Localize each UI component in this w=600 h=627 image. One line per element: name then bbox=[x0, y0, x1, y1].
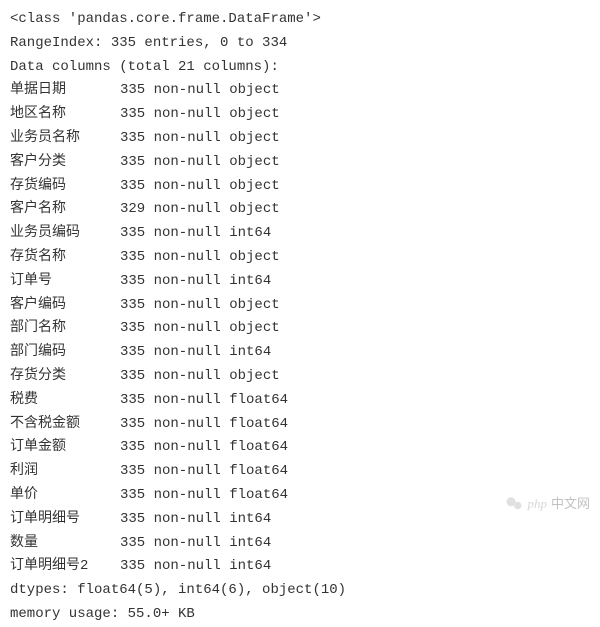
column-name: 客户名称 bbox=[10, 198, 120, 222]
column-info: 335 non-null object bbox=[120, 175, 280, 199]
column-info: 335 non-null float64 bbox=[120, 413, 288, 437]
column-row: 客户分类335 non-null object bbox=[10, 151, 590, 175]
column-name: 存货名称 bbox=[10, 246, 120, 270]
column-info: 335 non-null object bbox=[120, 151, 280, 175]
column-name: 单据日期 bbox=[10, 79, 120, 103]
column-name: 订单金额 bbox=[10, 436, 120, 460]
column-name: 地区名称 bbox=[10, 103, 120, 127]
class-line: <class 'pandas.core.frame.DataFrame'> bbox=[10, 8, 590, 32]
column-info: 335 non-null int64 bbox=[120, 555, 271, 579]
columns-intro-line: Data columns (total 21 columns): bbox=[10, 56, 590, 80]
column-info: 335 non-null object bbox=[120, 79, 280, 103]
column-row: 订单金额335 non-null float64 bbox=[10, 436, 590, 460]
column-info: 335 non-null int64 bbox=[120, 270, 271, 294]
column-info: 335 non-null int64 bbox=[120, 222, 271, 246]
column-row: 订单号335 non-null int64 bbox=[10, 270, 590, 294]
memory-line: memory usage: 55.0+ KB bbox=[10, 603, 590, 627]
column-row: 业务员编码335 non-null int64 bbox=[10, 222, 590, 246]
wechat-icon bbox=[505, 495, 523, 513]
column-info: 335 non-null object bbox=[120, 365, 280, 389]
column-name: 部门名称 bbox=[10, 317, 120, 341]
dataframe-info-output: <class 'pandas.core.frame.DataFrame'> Ra… bbox=[10, 8, 590, 627]
column-row: 部门编码335 non-null int64 bbox=[10, 341, 590, 365]
column-row: 单据日期335 non-null object bbox=[10, 79, 590, 103]
watermark-text: 中文网 bbox=[551, 493, 590, 515]
column-info: 335 non-null float64 bbox=[120, 389, 288, 413]
column-info: 335 non-null float64 bbox=[120, 436, 288, 460]
column-info: 335 non-null float64 bbox=[120, 460, 288, 484]
column-row: 订单明细号2335 non-null int64 bbox=[10, 555, 590, 579]
column-name: 订单号 bbox=[10, 270, 120, 294]
column-row: 客户名称329 non-null object bbox=[10, 198, 590, 222]
range-index-line: RangeIndex: 335 entries, 0 to 334 bbox=[10, 32, 590, 56]
column-info: 335 non-null int64 bbox=[120, 341, 271, 365]
columns-list: 单据日期335 non-null object地区名称335 non-null … bbox=[10, 79, 590, 579]
column-info: 335 non-null int64 bbox=[120, 532, 271, 556]
column-name: 利润 bbox=[10, 460, 120, 484]
column-info: 335 non-null object bbox=[120, 294, 280, 318]
column-name: 税费 bbox=[10, 389, 120, 413]
watermark-logo: php bbox=[527, 493, 547, 515]
column-name: 存货分类 bbox=[10, 365, 120, 389]
column-row: 订单明细号335 non-null int64 bbox=[10, 508, 590, 532]
column-row: 存货分类335 non-null object bbox=[10, 365, 590, 389]
column-row: 存货名称335 non-null object bbox=[10, 246, 590, 270]
column-row: 利润335 non-null float64 bbox=[10, 460, 590, 484]
column-name: 订单明细号2 bbox=[10, 555, 120, 579]
column-name: 不含税金额 bbox=[10, 413, 120, 437]
column-name: 业务员编码 bbox=[10, 222, 120, 246]
column-row: 地区名称335 non-null object bbox=[10, 103, 590, 127]
column-name: 存货编码 bbox=[10, 175, 120, 199]
column-name: 客户分类 bbox=[10, 151, 120, 175]
column-name: 业务员名称 bbox=[10, 127, 120, 151]
column-name: 数量 bbox=[10, 532, 120, 556]
column-info: 335 non-null object bbox=[120, 127, 280, 151]
column-name: 订单明细号 bbox=[10, 508, 120, 532]
column-row: 税费335 non-null float64 bbox=[10, 389, 590, 413]
column-name: 部门编码 bbox=[10, 341, 120, 365]
column-info: 335 non-null object bbox=[120, 103, 280, 127]
column-row: 部门名称335 non-null object bbox=[10, 317, 590, 341]
column-row: 数量335 non-null int64 bbox=[10, 532, 590, 556]
column-info: 335 non-null object bbox=[120, 317, 280, 341]
column-row: 业务员名称335 non-null object bbox=[10, 127, 590, 151]
column-row: 单价335 non-null float64 bbox=[10, 484, 590, 508]
watermark: php 中文网 bbox=[505, 493, 590, 515]
column-info: 329 non-null object bbox=[120, 198, 280, 222]
column-info: 335 non-null float64 bbox=[120, 484, 288, 508]
column-row: 存货编码335 non-null object bbox=[10, 175, 590, 199]
column-name: 客户编码 bbox=[10, 294, 120, 318]
column-row: 客户编码335 non-null object bbox=[10, 294, 590, 318]
column-info: 335 non-null object bbox=[120, 246, 280, 270]
dtypes-line: dtypes: float64(5), int64(6), object(10) bbox=[10, 579, 590, 603]
column-info: 335 non-null int64 bbox=[120, 508, 271, 532]
column-row: 不含税金额335 non-null float64 bbox=[10, 413, 590, 437]
column-name: 单价 bbox=[10, 484, 120, 508]
